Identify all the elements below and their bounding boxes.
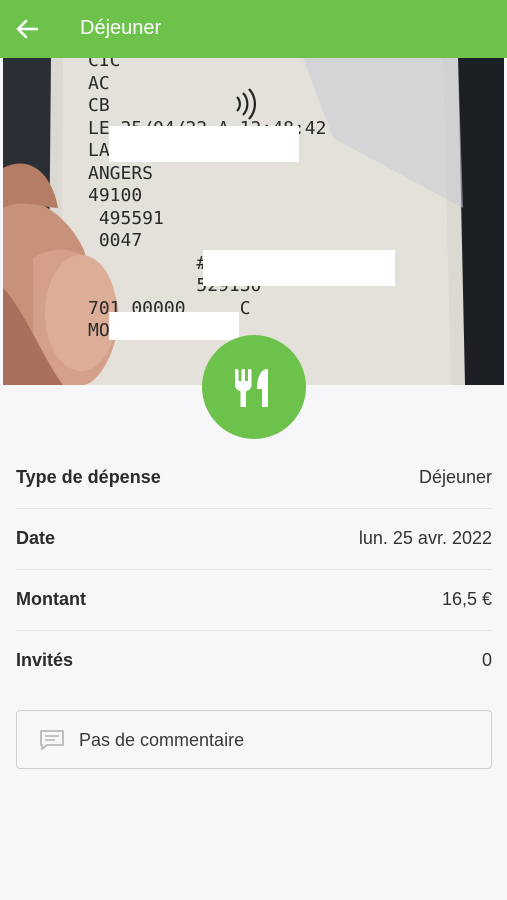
redaction-block	[203, 250, 395, 286]
fork-knife-icon	[235, 369, 268, 407]
redaction-block	[109, 126, 299, 162]
detail-row-amount: Montant 16,5 €	[16, 570, 492, 631]
comment-field[interactable]: Pas de commentaire	[16, 710, 492, 769]
expense-details: Type de dépense Déjeuner Date lun. 25 av…	[16, 448, 492, 691]
detail-value: 0	[481, 650, 492, 670]
detail-value: Déjeuner	[418, 467, 492, 487]
receipt-line: CIC	[88, 58, 121, 71]
receipt-line: 49100	[88, 185, 143, 206]
detail-label: Montant	[16, 589, 86, 609]
receipt-text: CICACCBLE 25/04/22 A 12:48:42LA FAMILYAN…	[88, 58, 326, 343]
receipt-line: ANGERS	[88, 162, 154, 184]
detail-row-guests: Invités 0	[16, 631, 492, 691]
redaction-block	[109, 312, 239, 340]
comment-text: Pas de commentaire	[79, 730, 245, 750]
arrow-left-icon	[16, 19, 38, 39]
detail-value: lun. 25 avr. 2022	[358, 528, 492, 548]
back-button[interactable]	[12, 15, 42, 43]
category-badge	[202, 335, 306, 439]
detail-value: 16,5 €	[441, 589, 492, 609]
detail-row-date: Date lun. 25 avr. 2022	[16, 509, 492, 570]
app-bar: Déjeuner	[0, 0, 507, 58]
comment-icon	[40, 730, 64, 750]
receipt-line: AC	[88, 72, 110, 94]
receipt-line: CB	[88, 95, 110, 116]
detail-label: Date	[16, 528, 56, 548]
receipt-line: 495591	[88, 207, 164, 229]
detail-label: Invités	[16, 650, 74, 670]
detail-row-type: Type de dépense Déjeuner	[16, 448, 492, 509]
page-title: Déjeuner	[80, 17, 162, 39]
detail-label: Type de dépense	[16, 467, 161, 487]
